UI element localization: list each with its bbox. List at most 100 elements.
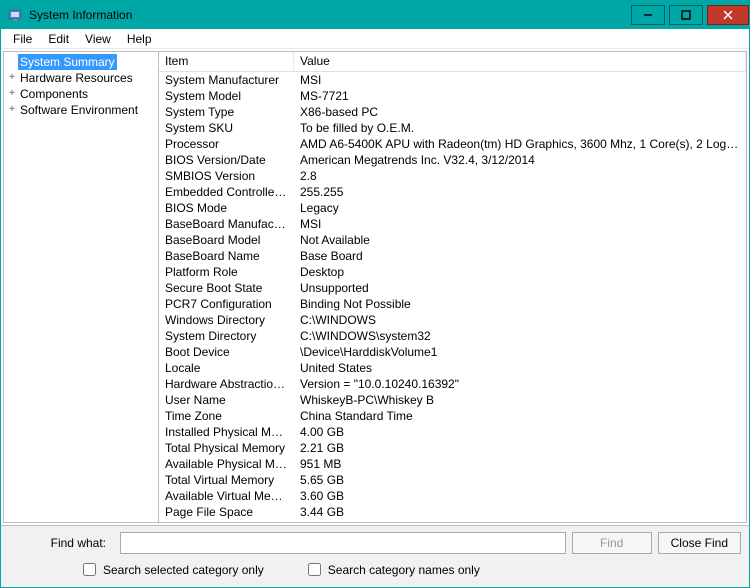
cell-value: X86-based PC [294,104,746,120]
cell-item: System SKU [159,120,294,136]
cell-item: Time Zone [159,408,294,424]
app-icon [7,7,23,23]
table-row[interactable]: System SKUTo be filled by O.E.M. [159,120,746,136]
list-header[interactable]: Item Value [159,52,746,72]
cell-value: Legacy [294,200,746,216]
tree-item-label: System Summary [18,54,117,70]
cell-value: Binding Not Possible [294,296,746,312]
table-row[interactable]: Page File Space3.44 GB [159,504,746,520]
cell-item: Windows Directory [159,312,294,328]
table-row[interactable]: BaseBoard NameBase Board [159,248,746,264]
cell-value: \Device\HarddiskVolume1 [294,344,746,360]
list-body[interactable]: System ManufacturerMSISystem ModelMS-772… [159,72,746,522]
cell-item: BaseBoard Name [159,248,294,264]
table-row[interactable]: Secure Boot StateUnsupported [159,280,746,296]
cell-value: 255.255 [294,184,746,200]
cell-value: C:\WINDOWS [294,312,746,328]
table-row[interactable]: Total Virtual Memory5.65 GB [159,472,746,488]
cell-item: Platform Role [159,264,294,280]
table-row[interactable]: Hardware Abstraction LayerVersion = "10.… [159,376,746,392]
table-row[interactable]: Available Physical Memory951 MB [159,456,746,472]
cell-value: Desktop [294,264,746,280]
table-row[interactable]: BaseBoard ManufacturerMSI [159,216,746,232]
tree-expander-icon[interactable]: + [6,86,18,102]
cell-value: 3.60 GB [294,488,746,504]
maximize-button[interactable] [669,5,703,25]
close-find-button[interactable]: Close Find [658,532,741,554]
tree-item-label: Hardware Resources [18,70,135,86]
find-input[interactable] [120,532,566,554]
cell-item: Hardware Abstraction Layer [159,376,294,392]
menu-edit[interactable]: Edit [40,30,77,48]
cell-item: Processor [159,136,294,152]
find-panel: Find what: Find Close Find Search select… [1,525,749,587]
table-row[interactable]: ProcessorAMD A6-5400K APU with Radeon(tm… [159,136,746,152]
cell-item: Available Virtual Memory [159,488,294,504]
table-row[interactable]: Available Virtual Memory3.60 GB [159,488,746,504]
cell-item: System Type [159,104,294,120]
table-row[interactable]: SMBIOS Version2.8 [159,168,746,184]
search-category-names-input[interactable] [308,563,321,576]
cell-value: MSI [294,216,746,232]
table-row[interactable]: Embedded Controller Version255.255 [159,184,746,200]
find-button[interactable]: Find [572,532,652,554]
table-row[interactable]: Page FileC:\pagefile.sys [159,520,746,522]
cell-value: China Standard Time [294,408,746,424]
menu-view[interactable]: View [77,30,119,48]
cell-item: Boot Device [159,344,294,360]
cell-item: Embedded Controller Version [159,184,294,200]
cell-value: 3.44 GB [294,504,746,520]
content-area: System Summary+Hardware Resources+Compon… [3,51,747,523]
tree-item-label: Software Environment [18,102,140,118]
tree-item[interactable]: System Summary [6,54,156,70]
cell-value: MSI [294,72,746,88]
cell-value: AMD A6-5400K APU with Radeon(tm) HD Grap… [294,136,746,152]
tree-item[interactable]: +Software Environment [6,102,156,118]
tree-item[interactable]: +Hardware Resources [6,70,156,86]
table-row[interactable]: System ManufacturerMSI [159,72,746,88]
table-row[interactable]: Installed Physical Memory (RAM)4.00 GB [159,424,746,440]
table-row[interactable]: Boot Device\Device\HarddiskVolume1 [159,344,746,360]
table-row[interactable]: LocaleUnited States [159,360,746,376]
table-row[interactable]: System DirectoryC:\WINDOWS\system32 [159,328,746,344]
table-row[interactable]: User NameWhiskeyB-PC\Whiskey B [159,392,746,408]
tree-item-label: Components [18,86,90,102]
cell-value: 2.21 GB [294,440,746,456]
system-information-window: System Information File Edit View Help S… [0,0,750,588]
menu-file[interactable]: File [5,30,40,48]
cell-value: Version = "10.0.10240.16392" [294,376,746,392]
table-row[interactable]: Platform RoleDesktop [159,264,746,280]
minimize-button[interactable] [631,5,665,25]
search-selected-category-checkbox[interactable]: Search selected category only [79,560,264,579]
table-row[interactable]: Windows DirectoryC:\WINDOWS [159,312,746,328]
tree-expander-icon[interactable]: + [6,70,18,86]
table-row[interactable]: BIOS Version/DateAmerican Megatrends Inc… [159,152,746,168]
cell-item: Total Virtual Memory [159,472,294,488]
search-selected-category-input[interactable] [83,563,96,576]
tree-expander-icon[interactable]: + [6,102,18,118]
table-row[interactable]: BIOS ModeLegacy [159,200,746,216]
menu-help[interactable]: Help [119,30,160,48]
cell-value: C:\WINDOWS\system32 [294,328,746,344]
close-button[interactable] [707,5,749,25]
tree-item[interactable]: +Components [6,86,156,102]
cell-item: Page File [159,520,294,522]
table-row[interactable]: System ModelMS-7721 [159,88,746,104]
search-category-names-checkbox[interactable]: Search category names only [304,560,480,579]
table-row[interactable]: Total Physical Memory2.21 GB [159,440,746,456]
cell-item: BIOS Mode [159,200,294,216]
cell-value: 4.00 GB [294,424,746,440]
column-item[interactable]: Item [159,52,294,71]
table-row[interactable]: System TypeX86-based PC [159,104,746,120]
cell-value: United States [294,360,746,376]
table-row[interactable]: BaseBoard ModelNot Available [159,232,746,248]
window-title: System Information [29,8,132,22]
category-tree[interactable]: System Summary+Hardware Resources+Compon… [4,52,159,522]
table-row[interactable]: Time ZoneChina Standard Time [159,408,746,424]
cell-item: PCR7 Configuration [159,296,294,312]
titlebar[interactable]: System Information [1,1,749,29]
column-value[interactable]: Value [294,52,746,71]
table-row[interactable]: PCR7 ConfigurationBinding Not Possible [159,296,746,312]
cell-item: Page File Space [159,504,294,520]
cell-item: Total Physical Memory [159,440,294,456]
